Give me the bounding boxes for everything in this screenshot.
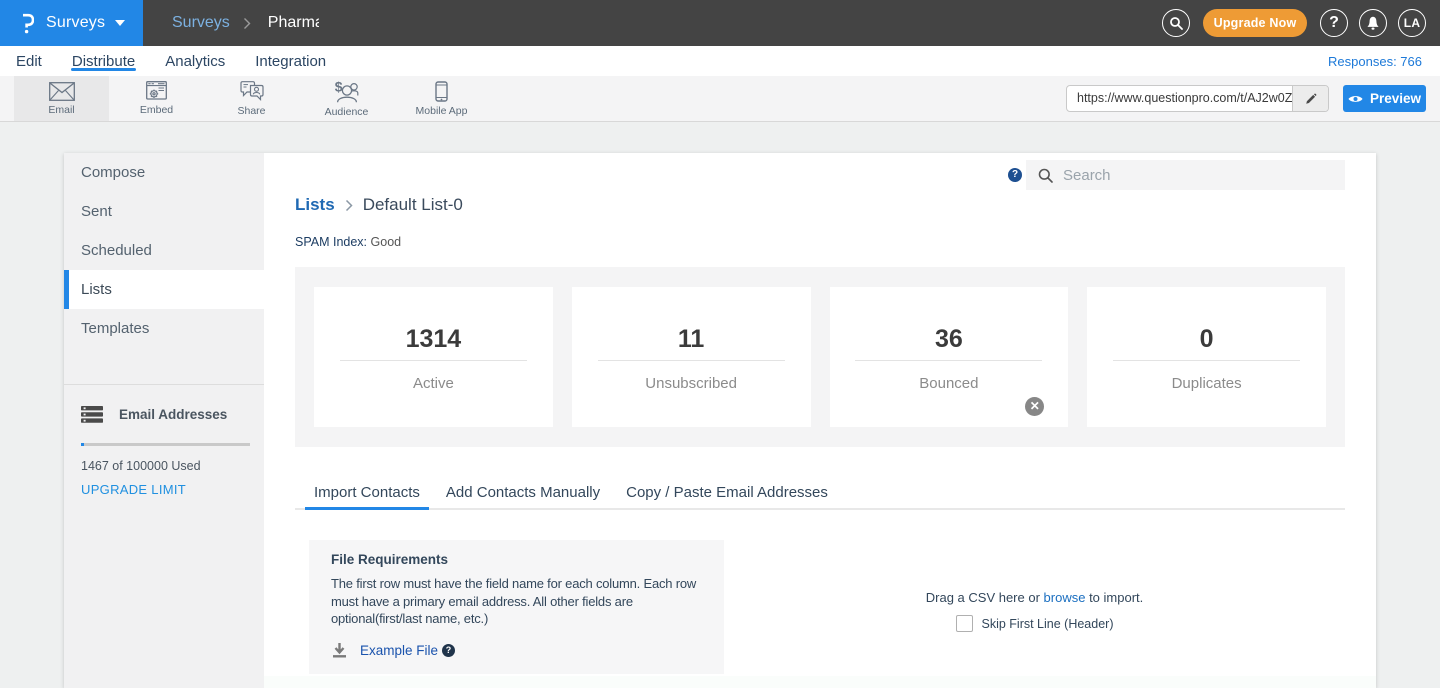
svg-text:$: $ [335,80,343,95]
